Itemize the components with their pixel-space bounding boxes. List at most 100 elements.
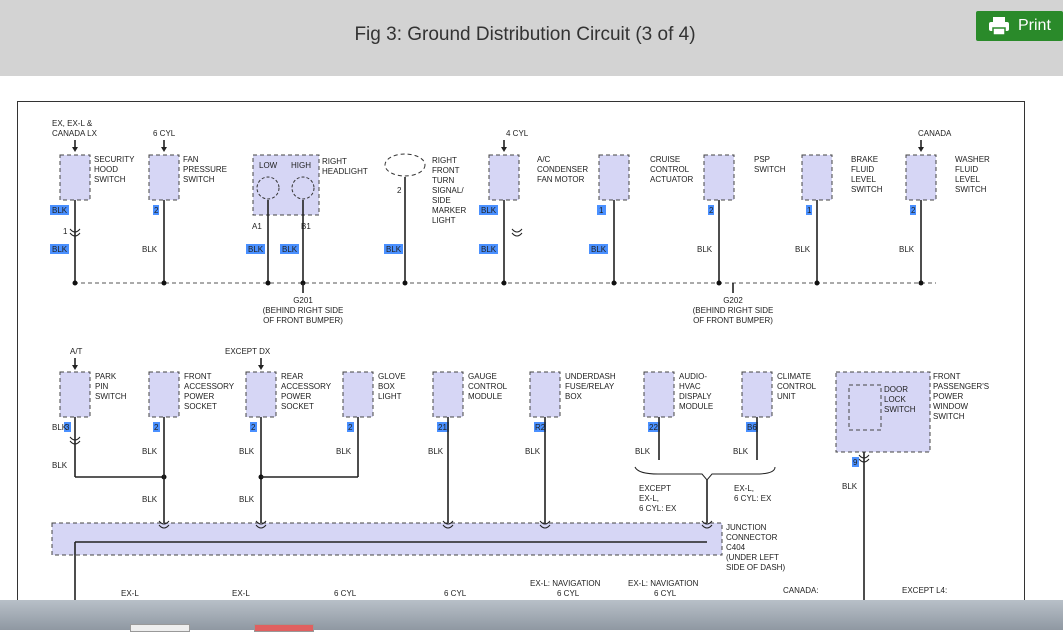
headlight-high-label: HIGH — [291, 161, 311, 170]
diagram-canvas: EX, EX-L &CANADA LXSECURITYHOODSWITCHBLK… — [50, 119, 990, 612]
ac-condenser-fan-motor-label: A/C — [537, 155, 551, 164]
bottom-label-2: 6 CYL — [334, 589, 357, 598]
rear-accessory-power-socket-qualifier: EXCEPT DX — [225, 347, 271, 356]
door-lock-label: LOCK — [884, 395, 906, 404]
front-accessory-power-socket-label: POWER — [184, 392, 214, 401]
note-ex-l: EX-L, — [734, 484, 754, 493]
window-switch-label: FRONT — [933, 372, 961, 381]
climate-control-unit-label: CLIMATE — [777, 372, 811, 381]
underdash-fuse-relay-box-component — [529, 371, 561, 418]
audio-hvac-display-module-pin: 22 — [649, 423, 658, 432]
junction-label: SIDE OF DASH) — [726, 563, 785, 572]
fan-pressure-switch-wire-label: BLK — [142, 245, 158, 254]
audio-wire-label: BLK — [635, 447, 651, 456]
bottom-label-9: EXCEPT L4: — [902, 586, 947, 595]
rear-accessory-power-socket-arrow-head — [258, 365, 264, 370]
park-pin-switch-label: SWITCH — [95, 392, 127, 401]
underdash-fuse-relay-box-label: UNDERDASH — [565, 372, 616, 381]
glove-box-light-component — [342, 371, 374, 418]
ground-1-desc: (BEHIND RIGHT SIDE — [693, 306, 774, 315]
gauge-control-module-label: MODULE — [468, 392, 502, 401]
front-accessory-power-socket-label: ACCESSORY — [184, 382, 235, 391]
climate-control-unit-label: UNIT — [777, 392, 796, 401]
psp-switch-label: PSP — [754, 155, 770, 164]
washer-fluid-level-switch-label: LEVEL — [955, 175, 980, 184]
gauge-control-module-label: CONTROL — [468, 382, 508, 391]
ground-0-desc: OF FRONT BUMPER) — [263, 316, 343, 325]
cruise-control-actuator-label: CRUISE — [650, 155, 680, 164]
door-lock-pin: 9 — [853, 458, 858, 467]
security-hood-switch-component — [59, 154, 91, 201]
print-button[interactable]: Print — [976, 11, 1063, 41]
printer-icon — [989, 17, 1009, 36]
brake-fluid-level-switch-label: BRAKE — [851, 155, 878, 164]
underdash-fuse-relay-box-pin: R2 — [535, 423, 546, 432]
bottom-label-1: EX-L — [232, 589, 250, 598]
psp-switch-splice — [716, 280, 722, 286]
security-hood-switch-label: SWITCH — [94, 175, 126, 184]
print-label: Print — [1018, 17, 1051, 34]
note-except-ex: EX-L, — [639, 494, 659, 503]
cruise-control-actuator-component — [598, 154, 630, 201]
park-pin-wire-label-2: BLK — [52, 461, 68, 470]
brake-fluid-level-switch-label: FLUID — [851, 165, 874, 174]
brake-fluid-level-switch-wire-label: BLK — [795, 245, 811, 254]
park-pin-switch-arrow-head — [72, 365, 78, 370]
rear-accessory-power-socket-label: POWER — [281, 392, 311, 401]
security-hood-switch-qualifier: EX, EX-L & — [52, 119, 93, 128]
washer-fluid-level-switch-splice — [918, 280, 924, 286]
security-hood-switch-pin: 1 — [63, 227, 68, 236]
cruise-control-actuator-label: CONTROL — [650, 165, 690, 174]
cruise-control-actuator-label: ACTUATOR — [650, 175, 693, 184]
gauge-control-module-label: GAUGE — [468, 372, 497, 381]
taskbar-tab-active[interactable] — [254, 624, 314, 632]
rear-socket-wire-label-2: BLK — [239, 495, 255, 504]
security-hood-switch-qualifier: CANADA LX — [52, 129, 98, 138]
brake-fluid-level-switch-pin: 1 — [807, 206, 812, 215]
cruise-control-actuator-pin: 1 — [599, 206, 604, 215]
turn-signal-label: RIGHT — [432, 156, 457, 165]
headlight-low-label: LOW — [259, 161, 278, 170]
fan-pressure-switch-label: PRESSURE — [183, 165, 227, 174]
security-hood-switch-arrow-head — [72, 147, 78, 152]
audio-hvac-display-module-label: AUDIO- — [679, 372, 707, 381]
ac-condenser-fan-motor-wire-label: BLK — [481, 245, 497, 254]
fan-pressure-switch-component — [148, 154, 180, 201]
fan-pressure-switch-label: FAN — [183, 155, 199, 164]
underdash-fuse-relay-box-label: BOX — [565, 392, 583, 401]
fan-pressure-switch-pin: 2 — [154, 206, 159, 215]
security-hood-switch-label: SECURITY — [94, 155, 135, 164]
door-lock-label: DOOR — [884, 385, 908, 394]
audio-hvac-display-module-component — [643, 371, 675, 418]
note-ex-l: 6 CYL: EX — [734, 494, 772, 503]
gauge-control-module-pin: 21 — [438, 423, 447, 432]
brake-fluid-level-switch-splice — [814, 280, 820, 286]
ground-0-name: G201 — [293, 296, 313, 305]
window-switch-label: PASSENGER'S — [933, 382, 989, 391]
park-pin-switch-label: PARK — [95, 372, 117, 381]
security-hood-switch-splice — [72, 280, 78, 286]
rear-accessory-power-socket-label: SOCKET — [281, 402, 314, 411]
ground-0-desc: (BEHIND RIGHT SIDE — [263, 306, 344, 315]
turn-signal-label: TURN — [432, 176, 454, 185]
front-accessory-power-socket-label: FRONT — [184, 372, 212, 381]
front-accessory-power-socket-component — [148, 371, 180, 418]
door-lock-switch — [848, 384, 882, 431]
washer-fluid-level-switch-qualifier: CANADA — [918, 129, 952, 138]
brake-fluid-level-switch-component — [801, 154, 833, 201]
security-hood-switch-wire-label: BLK — [52, 245, 68, 254]
figure-title: Fig 3: Ground Distribution Circuit (3 of… — [354, 24, 696, 45]
headlight-low-splice — [265, 280, 271, 286]
headlight-low-wire-label: BLK — [248, 245, 264, 254]
turn-signal-label: FRONT — [432, 166, 460, 175]
taskbar-tab[interactable] — [130, 624, 190, 632]
climate-control-unit-component — [741, 371, 773, 418]
option-brace — [634, 466, 776, 481]
turn-signal-wire-label: BLK — [386, 245, 402, 254]
ac-condenser-fan-motor-wire-top-label: BLK — [481, 206, 497, 215]
fan-pressure-switch-splice — [161, 280, 167, 286]
junction-label: CONNECTOR — [726, 533, 778, 542]
ground-1-desc: OF FRONT BUMPER) — [693, 316, 773, 325]
turn-signal-label: SIDE — [432, 196, 451, 205]
bottom-label-5: 6 CYL — [557, 589, 580, 598]
